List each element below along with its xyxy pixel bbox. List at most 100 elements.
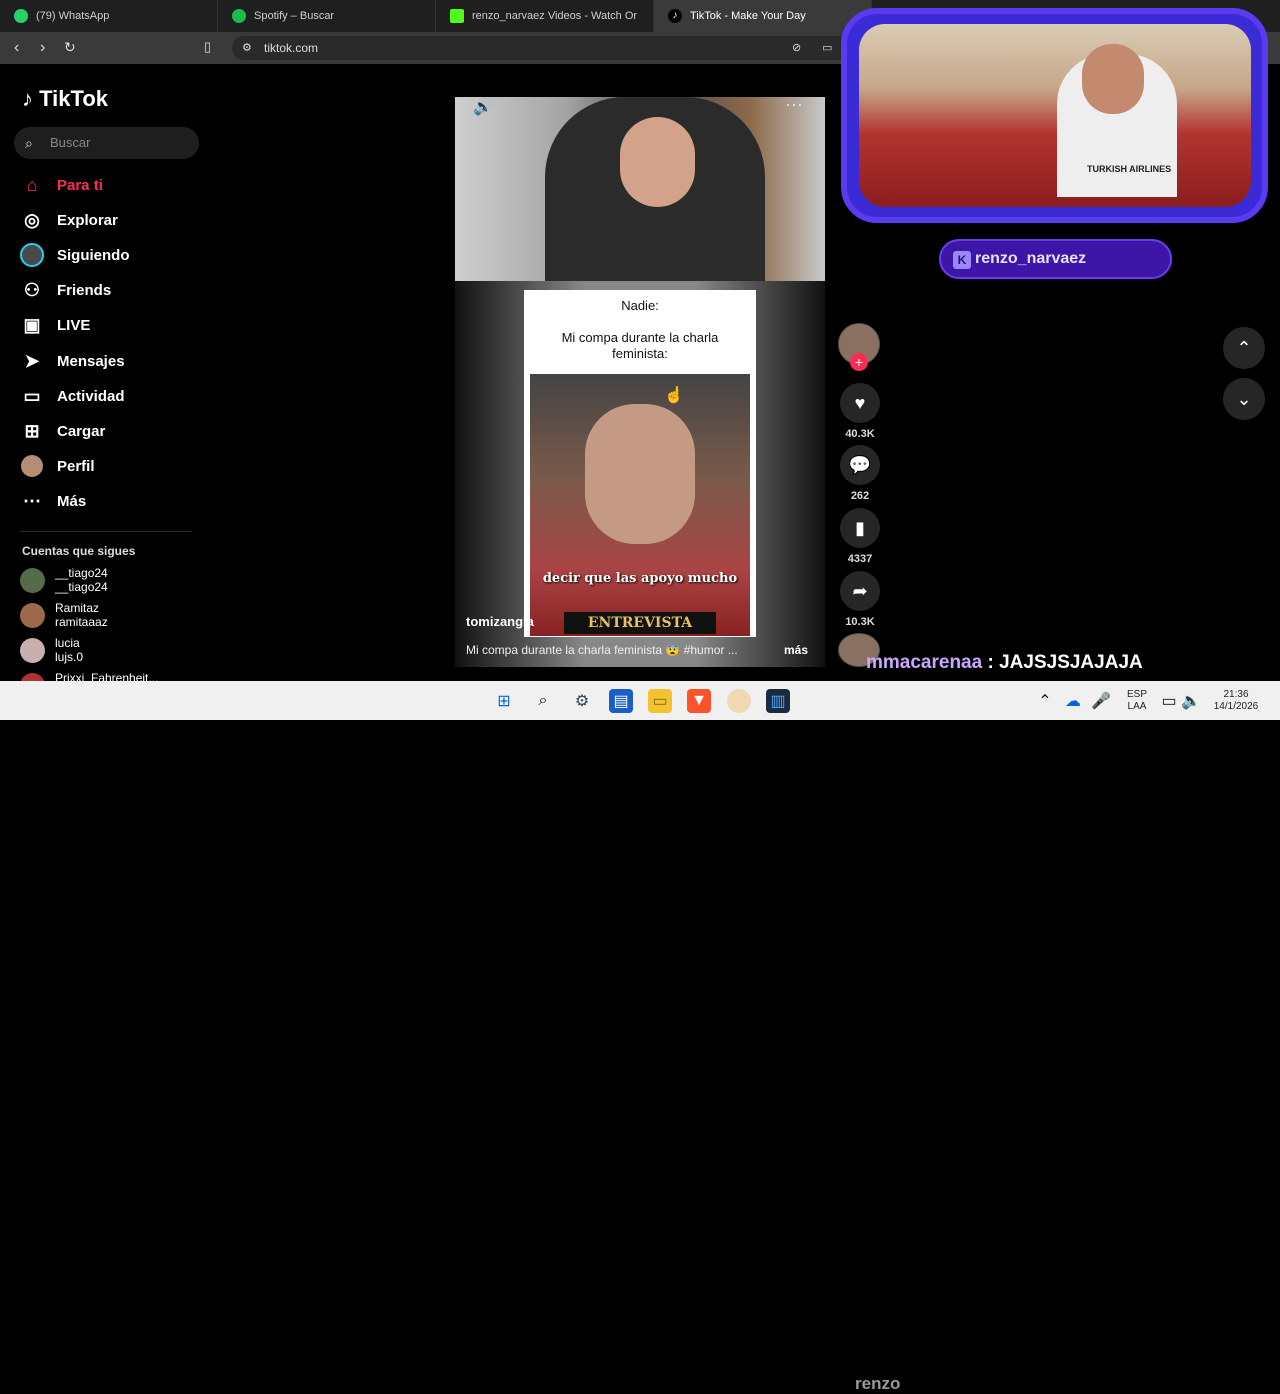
- following-avatar-icon: [20, 243, 44, 267]
- account-handle: __tiago24: [55, 580, 108, 594]
- avatar: [20, 673, 45, 681]
- search-input[interactable]: ⌕ Buscar: [14, 127, 199, 159]
- sidebar-item-cargar[interactable]: ⊞ Cargar: [20, 417, 105, 445]
- reload-icon[interactable]: ↻: [64, 39, 76, 56]
- meme-line-2: Mi compa durante la charla feminista:: [561, 330, 719, 361]
- chat-username: mmacarenaa: [866, 652, 983, 673]
- whatsapp-icon: [14, 9, 28, 23]
- profile-avatar-icon: [20, 454, 44, 478]
- video-username[interactable]: tomizangla: [466, 614, 534, 629]
- settings-gear-icon[interactable]: ⚙: [570, 689, 594, 713]
- bookmark-icon[interactable]: ▯: [204, 39, 211, 55]
- back-icon[interactable]: ‹: [14, 39, 19, 57]
- tab-spotify[interactable]: Spotify – Buscar: [218, 0, 436, 32]
- clock[interactable]: 21:36 14/1/2026: [1208, 689, 1264, 713]
- comment-button[interactable]: 💬 262: [840, 445, 880, 502]
- tab-whatsapp[interactable]: (79) WhatsApp: [0, 0, 218, 32]
- tracking-off-icon[interactable]: ⊘: [792, 36, 801, 60]
- volume-icon[interactable]: 🔈: [1181, 689, 1201, 713]
- home-icon: ⌂: [26, 174, 38, 195]
- previous-video-button[interactable]: ⌃: [1223, 327, 1265, 369]
- heart-icon: ♥: [840, 383, 880, 423]
- more-dots-icon: ⋯: [23, 490, 41, 511]
- time: 21:36: [1223, 689, 1249, 700]
- app-icon[interactable]: [727, 689, 751, 713]
- chat-message: mmacarenaa : JAJSJSJAJAJA: [866, 652, 1143, 674]
- video-description: Mi compa durante la charla feminista 😨 #…: [466, 643, 738, 657]
- search-placeholder: Buscar: [50, 135, 91, 150]
- sidebar-item-label: Perfil: [57, 457, 95, 475]
- sidebar-item-label: Mensajes: [57, 352, 125, 370]
- friends-icon: ⚇: [23, 279, 41, 300]
- cast-icon[interactable]: ▭: [822, 36, 832, 60]
- more-options-icon[interactable]: ⋯: [785, 97, 803, 116]
- video-top-frame: [455, 97, 825, 281]
- sidebar-item-para-ti[interactable]: ⌂ Para ti: [20, 171, 103, 199]
- send-icon: ➤: [24, 350, 40, 371]
- meme-line-1: Nadie:: [621, 298, 659, 313]
- like-count: 40.3K: [845, 428, 875, 440]
- store-icon[interactable]: ▤: [609, 689, 633, 713]
- sidebar-item-label: Más: [57, 492, 87, 510]
- share-icon: ➦: [840, 571, 880, 611]
- cloud-icon[interactable]: ☁: [1064, 689, 1082, 713]
- keyboard-layout: LAA: [1127, 701, 1147, 712]
- following-account[interactable]: __tiago24 __tiago24: [20, 566, 108, 594]
- video-face: [620, 117, 695, 207]
- webcam-overlay: TURKISH AIRLINES: [841, 8, 1268, 223]
- spotify-icon: [232, 9, 246, 23]
- sidebar-item-perfil[interactable]: Perfil: [20, 452, 95, 480]
- sidebar-item-siguiendo[interactable]: Siguiendo: [20, 241, 130, 269]
- tab-label: (79) WhatsApp: [36, 10, 110, 22]
- microphone-icon[interactable]: 🎤: [1091, 689, 1111, 713]
- sidebar-item-mensajes[interactable]: ➤ Mensajes: [20, 347, 125, 375]
- next-video-button[interactable]: ⌄: [1223, 378, 1265, 420]
- forward-icon[interactable]: ›: [40, 39, 45, 57]
- account-name: Ramitaz: [55, 601, 100, 615]
- sidebar-item-mas[interactable]: ⋯ Más: [20, 487, 86, 515]
- live-icon: ▣: [23, 314, 41, 335]
- taskbar: ⊞ ⌕ ⚙ ▤ ▭ ▼ ▥ renzo ⌃ ☁ 🎤 ESP LAA ▭ 🔈 21…: [0, 681, 1280, 1393]
- logo-text: TikTok: [39, 86, 108, 111]
- following-account[interactable]: lucia lujs.0: [20, 636, 83, 664]
- avatar: [20, 602, 45, 628]
- hand-cursor-icon: ☝: [664, 387, 684, 404]
- search-icon[interactable]: ⌕: [531, 689, 555, 713]
- network-icon[interactable]: ▭: [1160, 689, 1178, 713]
- more-link[interactable]: más: [784, 643, 808, 657]
- sidebar-item-explorar[interactable]: ◎ Explorar: [20, 206, 118, 234]
- jersey-text: TURKISH AIRLINES: [1087, 164, 1172, 174]
- streaming-app-icon[interactable]: ▥: [766, 689, 790, 713]
- meme-caption: decir que las apoyo mucho: [542, 571, 738, 586]
- tab-kick[interactable]: renzo_narvaez Videos - Watch Or: [436, 0, 654, 32]
- url-field[interactable]: ⚙ tiktok.com ⊘ ▭: [232, 36, 852, 60]
- chat-separator: :: [987, 652, 1000, 673]
- brave-browser-icon[interactable]: ▼: [687, 689, 711, 713]
- share-button[interactable]: ➦ 10.3K: [840, 571, 880, 628]
- like-button[interactable]: ♥ 40.3K: [840, 383, 880, 440]
- site-settings-icon[interactable]: ⚙: [242, 36, 252, 60]
- tiktok-logo[interactable]: ♪ TikTok: [22, 86, 108, 112]
- bookmark-icon: ▮: [840, 508, 880, 548]
- following-account[interactable]: Ramitaz ramitaaaz: [20, 601, 108, 629]
- meme-face: [585, 404, 695, 544]
- avatar: [20, 637, 45, 663]
- windows-start-icon[interactable]: ⊞: [492, 689, 516, 713]
- kick-icon: K: [953, 251, 971, 269]
- tab-label: renzo_narvaez Videos - Watch Or: [472, 10, 638, 22]
- video-player[interactable]: 🔊 ⋯ Nadie: Mi compa durante la charla fe…: [455, 97, 825, 667]
- follow-plus-icon[interactable]: +: [850, 353, 868, 371]
- sidebar-item-actividad[interactable]: ▭ Actividad: [20, 382, 124, 410]
- avatar: [20, 567, 45, 593]
- volume-icon[interactable]: 🔊: [473, 97, 493, 117]
- sidebar-item-label: Friends: [57, 281, 112, 299]
- tab-tiktok[interactable]: ♪ TikTok - Make Your Day: [654, 0, 872, 32]
- save-button[interactable]: ▮ 4337: [840, 508, 880, 565]
- language-indicator[interactable]: ESP LAA: [1124, 689, 1150, 713]
- following-account[interactable]: Prixxi_Fahrenheit...: [20, 671, 158, 681]
- sidebar-item-live[interactable]: ▣ LIVE: [20, 311, 90, 339]
- chevron-up-icon[interactable]: ⌃: [1036, 689, 1054, 713]
- file-explorer-icon[interactable]: ▭: [648, 689, 672, 713]
- comment-icon: 💬: [840, 445, 880, 485]
- sidebar-item-friends[interactable]: ⚇ Friends: [20, 276, 111, 304]
